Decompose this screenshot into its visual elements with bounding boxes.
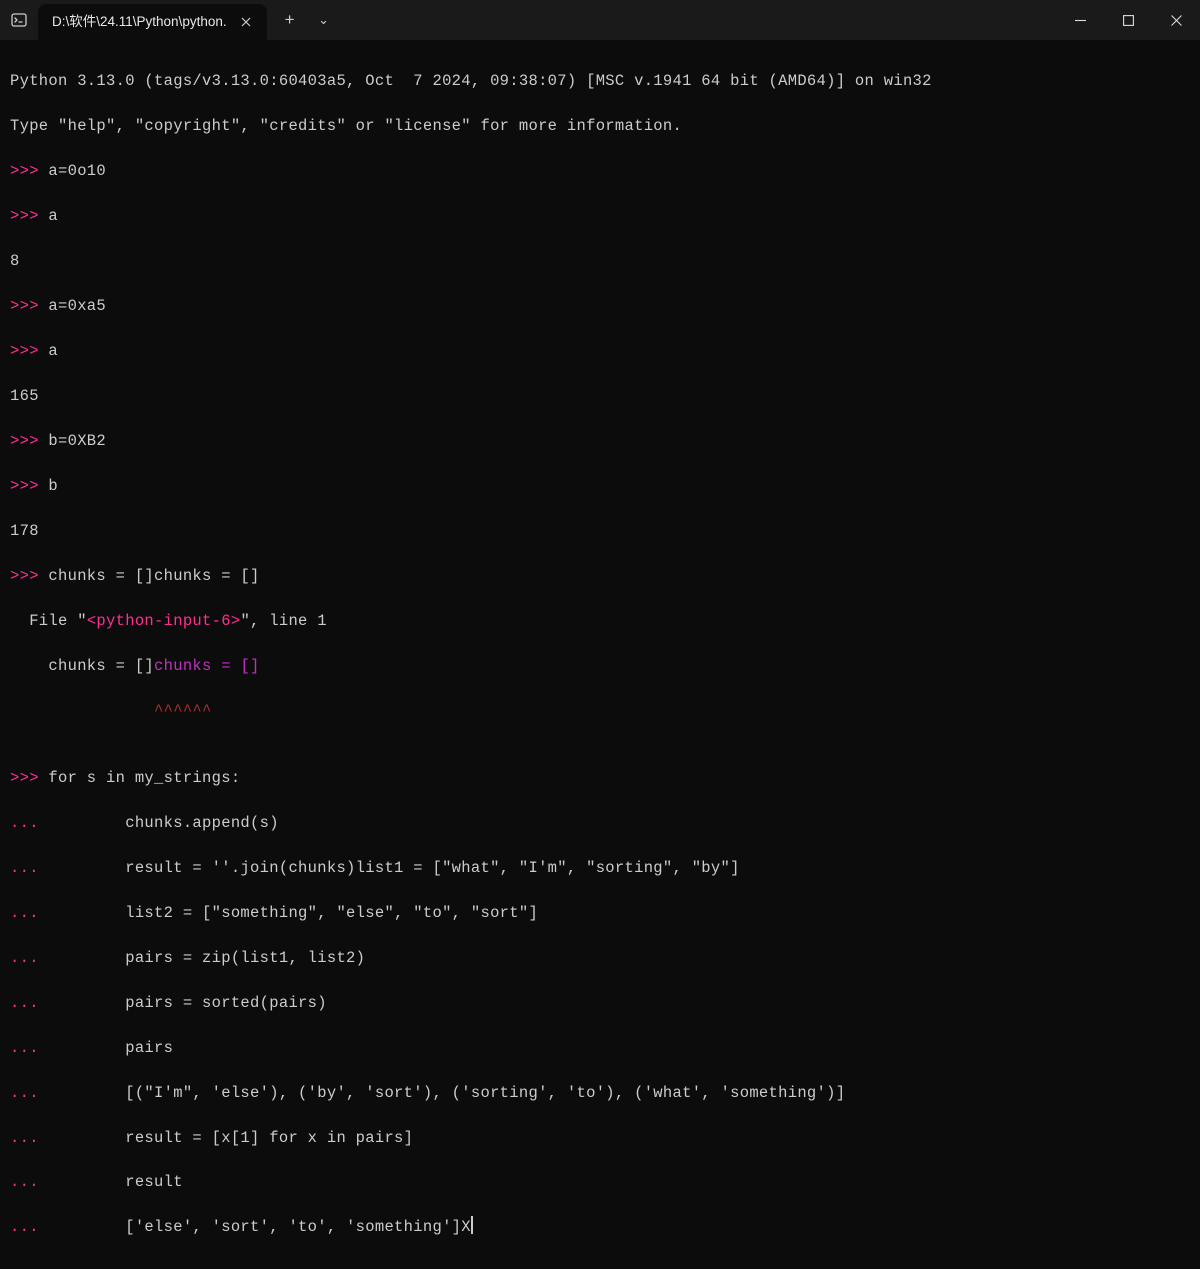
new-tab-button[interactable]: +	[273, 3, 307, 37]
repl-prompt: >>>	[10, 207, 48, 225]
tab-dropdown-button[interactable]: ⌄	[307, 3, 341, 37]
repl-cont-prompt: ...	[10, 859, 48, 877]
repl-cont-prompt: ...	[10, 1173, 48, 1191]
repl-prompt: >>>	[10, 432, 48, 450]
traceback-file-line: File "<python-input-6>", line 1	[10, 610, 1190, 632]
repl-output-line: 8	[10, 250, 1190, 272]
tab-close-button[interactable]	[237, 13, 255, 31]
repl-cont-prompt: ...	[10, 904, 48, 922]
repl-continuation-line: ... pairs = zip(list1, list2)	[10, 947, 1190, 969]
repl-input-line: >>> chunks = []chunks = []	[10, 565, 1190, 587]
repl-cont-prompt: ...	[10, 1218, 48, 1236]
text-cursor	[471, 1216, 473, 1234]
tab-title: D:\软件\24.11\Python\python.	[52, 12, 227, 32]
repl-continuation-line: ... pairs	[10, 1037, 1190, 1059]
repl-prompt: >>>	[10, 477, 48, 495]
repl-continuation-line: ... chunks.append(s)	[10, 812, 1190, 834]
repl-prompt: >>>	[10, 342, 48, 360]
python-banner-line: Type "help", "copyright", "credits" or "…	[10, 115, 1190, 137]
repl-input-line: >>> a=0o10	[10, 160, 1190, 182]
repl-prompt: >>>	[10, 567, 48, 585]
repl-cont-prompt: ...	[10, 949, 48, 967]
repl-prompt: >>>	[10, 297, 48, 315]
tab-action-buttons: + ⌄	[267, 0, 341, 40]
repl-input-line: >>> a	[10, 340, 1190, 362]
repl-continuation-line: ... result	[10, 1171, 1190, 1193]
repl-cont-prompt: ...	[10, 1129, 48, 1147]
repl-cont-prompt: ...	[10, 1039, 48, 1057]
repl-input-line: >>> b	[10, 475, 1190, 497]
repl-input-line: >>> for s in my_strings:	[10, 767, 1190, 789]
terminal-tab[interactable]: D:\软件\24.11\Python\python.	[38, 4, 267, 40]
repl-output-line: 178	[10, 520, 1190, 542]
repl-continuation-line: ... pairs = sorted(pairs)	[10, 992, 1190, 1014]
repl-continuation-line: ... ['else', 'sort', 'to', 'something']X	[10, 1216, 1190, 1238]
repl-input-line: >>> b=0XB2	[10, 430, 1190, 452]
window-controls	[1056, 0, 1200, 40]
repl-cont-prompt: ...	[10, 1084, 48, 1102]
minimize-button[interactable]	[1056, 0, 1104, 40]
terminal-app-icon	[0, 0, 38, 40]
repl-input-line: >>> a	[10, 205, 1190, 227]
repl-continuation-line: ... list2 = ["something", "else", "to", …	[10, 902, 1190, 924]
traceback-code-line: chunks = []chunks = []	[10, 655, 1190, 677]
repl-continuation-line: ... result = [x[1] for x in pairs]	[10, 1127, 1190, 1149]
repl-prompt: >>>	[10, 162, 48, 180]
repl-continuation-line: ... [("I'm", 'else'), ('by', 'sort'), ('…	[10, 1082, 1190, 1104]
close-window-button[interactable]	[1152, 0, 1200, 40]
titlebar: D:\软件\24.11\Python\python. + ⌄	[0, 0, 1200, 40]
repl-input-line: >>> a=0xa5	[10, 295, 1190, 317]
python-banner-line: Python 3.13.0 (tags/v3.13.0:60403a5, Oct…	[10, 70, 1190, 92]
traceback-caret-line: ^^^^^^	[10, 700, 1190, 722]
repl-cont-prompt: ...	[10, 994, 48, 1012]
repl-cont-prompt: ...	[10, 814, 48, 832]
repl-prompt: >>>	[10, 769, 48, 787]
repl-output-line: 165	[10, 385, 1190, 407]
repl-continuation-line: ... result = ''.join(chunks)list1 = ["wh…	[10, 857, 1190, 879]
maximize-button[interactable]	[1104, 0, 1152, 40]
terminal-content-area[interactable]: Python 3.13.0 (tags/v3.13.0:60403a5, Oct…	[0, 40, 1200, 1269]
titlebar-left: D:\软件\24.11\Python\python. + ⌄	[0, 0, 341, 40]
